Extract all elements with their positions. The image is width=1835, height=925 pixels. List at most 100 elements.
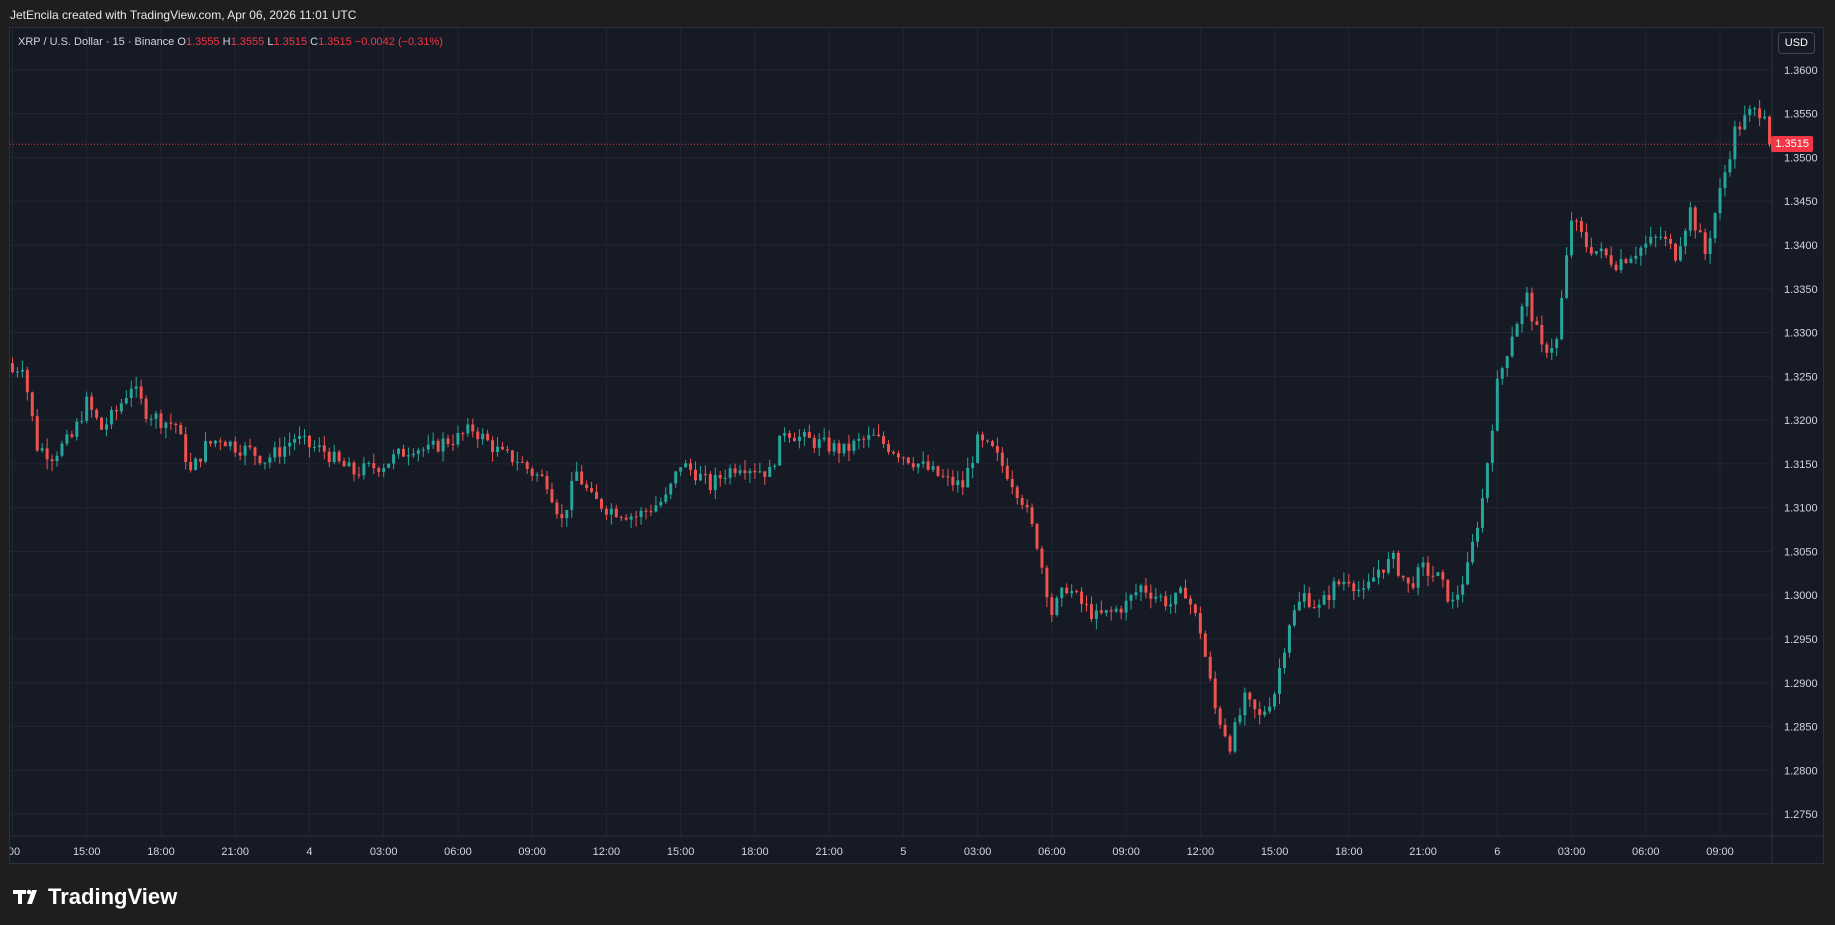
candle-body xyxy=(639,510,643,518)
candle-body xyxy=(565,509,569,519)
candle-body xyxy=(1545,344,1549,353)
candle-body xyxy=(936,466,940,476)
candle-body xyxy=(372,463,376,469)
candle-body xyxy=(377,468,381,472)
candle-body xyxy=(362,463,366,476)
candle-body xyxy=(1560,297,1564,340)
candle-body xyxy=(585,484,589,489)
candle-body xyxy=(1139,585,1143,593)
currency-button[interactable]: USD xyxy=(1777,32,1815,54)
candle-body xyxy=(1748,108,1752,116)
x-tick-label: 18:00 xyxy=(147,846,175,858)
candle-body xyxy=(90,396,94,410)
y-tick-label: 1.2800 xyxy=(1784,765,1818,777)
candle-body xyxy=(1619,259,1623,271)
candle-body xyxy=(20,369,24,372)
candle-body xyxy=(644,510,648,512)
header-bar: JetEncila created with TradingView.com, … xyxy=(0,0,1835,27)
candle-body xyxy=(1535,321,1539,325)
candle-body xyxy=(352,462,356,475)
candle-body xyxy=(580,471,584,485)
x-tick-label: 21:00 xyxy=(815,846,843,858)
candle-body xyxy=(139,386,143,399)
candle-body xyxy=(119,403,123,412)
candle-body xyxy=(570,480,574,510)
candle-body xyxy=(406,455,410,457)
candle-body xyxy=(199,458,203,462)
candle-body xyxy=(401,448,405,457)
candle-body xyxy=(1030,507,1034,524)
candle-body xyxy=(684,463,688,468)
candle-body xyxy=(758,471,762,473)
candle-body xyxy=(1119,608,1123,613)
candle-body xyxy=(154,413,158,419)
candle-body xyxy=(1461,584,1465,595)
candle-body xyxy=(560,514,564,519)
candle-body xyxy=(703,473,707,475)
candle-body xyxy=(1530,292,1534,322)
candle-body xyxy=(65,434,69,444)
candle-body xyxy=(1075,591,1079,593)
candle-body xyxy=(1624,259,1628,263)
candle-body xyxy=(505,449,509,451)
candle-body xyxy=(337,451,341,462)
candle-body xyxy=(669,483,673,495)
candle-body xyxy=(223,441,227,447)
candle-body xyxy=(1639,247,1643,256)
candle-body xyxy=(213,440,217,444)
candle-body xyxy=(1253,699,1257,710)
candle-body xyxy=(1337,581,1341,585)
candle-body xyxy=(208,441,212,444)
candle-body xyxy=(698,473,702,481)
candle-body xyxy=(1317,604,1321,608)
candle-body xyxy=(174,423,178,425)
candle-body xyxy=(1654,236,1658,238)
candle-body xyxy=(916,463,920,468)
chart-panel[interactable]: 1.3600 1.3550 1.3500 1.3450 1.3400 1.3350 1.33… xyxy=(9,27,1824,864)
candle-body xyxy=(926,461,930,470)
candle-body xyxy=(1342,581,1346,585)
candle-body xyxy=(689,463,693,470)
candle-body xyxy=(1753,108,1757,110)
x-tick-label: 09:00 xyxy=(1112,846,1140,858)
candle-body xyxy=(763,471,767,477)
candle-body xyxy=(595,491,598,499)
candle-body xyxy=(609,508,613,515)
candle-body xyxy=(1476,527,1479,542)
candle-body xyxy=(1471,541,1475,563)
candle-body xyxy=(1550,347,1554,353)
candle-body xyxy=(476,431,480,440)
candle-body xyxy=(629,516,633,520)
candle-body xyxy=(1565,255,1569,298)
candle-body xyxy=(1287,625,1291,653)
candle-body xyxy=(713,475,717,491)
candle-body xyxy=(896,453,900,458)
candle-body xyxy=(1124,600,1128,613)
candle-body xyxy=(778,435,782,466)
candle-body xyxy=(10,363,14,373)
candle-body xyxy=(1292,610,1296,626)
symbol-legend: XRP / U.S. Dollar · 15 · Binance O1.3555… xyxy=(18,36,443,48)
candle-body xyxy=(179,424,183,435)
candle-body xyxy=(1466,562,1470,585)
candle-body xyxy=(1248,692,1252,700)
brand[interactable]: TradingView xyxy=(12,884,177,910)
candle-body xyxy=(1713,213,1717,239)
candlestick-chart[interactable]: 1.3600 1.3550 1.3500 1.3450 1.3400 1.3350 1.33… xyxy=(10,28,1823,863)
candle-body xyxy=(1193,604,1197,614)
candle-body xyxy=(233,441,237,453)
x-tick-label: 4 xyxy=(306,846,312,858)
candle-body xyxy=(258,455,262,464)
candle-body xyxy=(1763,116,1767,119)
candle-body xyxy=(1634,255,1638,259)
candle-body xyxy=(169,422,173,424)
candle-body xyxy=(1703,232,1707,255)
candle-body xyxy=(15,371,19,373)
candle-body xyxy=(872,434,876,436)
candle-body xyxy=(1005,465,1009,480)
x-tick-label: 6 xyxy=(1494,846,1500,858)
candle-body xyxy=(1040,548,1044,568)
candle-body xyxy=(956,480,960,486)
candle-body xyxy=(1109,610,1113,612)
candle-body xyxy=(1520,306,1524,325)
